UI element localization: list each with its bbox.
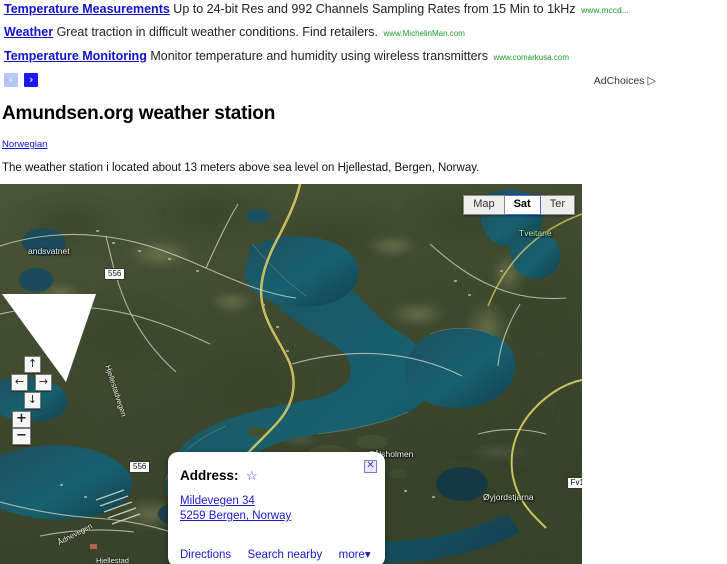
adchoices-link[interactable]: AdChoices ▷ bbox=[594, 74, 656, 87]
chevron-right-icon: › bbox=[29, 73, 34, 86]
info-bubble-actions: Directions Search nearby more▾ bbox=[180, 547, 371, 561]
more-link[interactable]: more▾ bbox=[339, 549, 371, 561]
ad-description: Up to 24-bit Res and 992 Channels Sampli… bbox=[173, 2, 576, 16]
map-type-satellite-button[interactable]: Sat bbox=[504, 195, 541, 215]
ad-item: Weather Great traction in difficult weat… bbox=[4, 25, 727, 41]
search-nearby-link[interactable]: Search nearby bbox=[247, 549, 322, 561]
adchoices-triangle-icon: ▷ bbox=[647, 75, 656, 87]
ads-prev-button[interactable]: ‹ bbox=[4, 73, 18, 87]
close-icon[interactable]: ✕ bbox=[364, 460, 377, 473]
info-bubble-address: Mildevegen 34 5259 Bergen, Norway bbox=[180, 494, 291, 524]
directions-link[interactable]: Directions bbox=[180, 549, 231, 561]
info-bubble-heading: Address: bbox=[180, 468, 239, 483]
road-shield-556: 556 bbox=[104, 268, 126, 280]
info-bubble-tail bbox=[2, 294, 96, 382]
info-bubble[interactable]: ✕ Address: ☆ Mildevegen 34 5259 Bergen, … bbox=[168, 452, 385, 564]
ad-title-link[interactable]: Weather bbox=[4, 25, 53, 39]
map-type-terrain-button[interactable]: Ter bbox=[540, 195, 575, 215]
map-type-switcher[interactable]: Map Sat Ter bbox=[463, 195, 575, 215]
address-line-city[interactable]: 5259 Bergen, Norway bbox=[180, 509, 291, 524]
intro-paragraph: The weather station i located about 13 m… bbox=[2, 162, 480, 174]
ad-item: Temperature Measurements Up to 24-bit Re… bbox=[4, 2, 727, 17]
map-container[interactable]: ↑ ← → ↓ + − Map Sat Ter andsvatnet Tveit… bbox=[0, 184, 582, 564]
ads-block: Temperature Measurements Up to 24-bit Re… bbox=[0, 0, 727, 91]
page-title: Amundsen.org weather station bbox=[2, 103, 276, 124]
zoom-in-button[interactable]: + bbox=[12, 411, 31, 428]
pan-down-button[interactable]: ↓ bbox=[24, 392, 41, 409]
ad-url-link[interactable]: www.MichelinMan.com bbox=[384, 29, 465, 38]
language-link[interactable]: Norwegian bbox=[2, 139, 47, 150]
ad-url-link[interactable]: www.mccd... bbox=[581, 5, 629, 15]
address-line-street[interactable]: Mildevegen 34 bbox=[180, 494, 291, 509]
ad-description: Great traction in difficult weather cond… bbox=[56, 25, 379, 39]
ad-url-link[interactable]: www.comarkusa.com bbox=[493, 53, 569, 62]
ad-item: Temperature Monitoring Monitor temperatu… bbox=[4, 49, 727, 65]
adchoices-label: AdChoices bbox=[593, 75, 645, 87]
road-shield-556: 556 bbox=[129, 461, 151, 473]
star-icon[interactable]: ☆ bbox=[246, 468, 258, 483]
ads-next-button[interactable]: › bbox=[24, 73, 39, 87]
ad-navigation: ‹ › AdChoices ▷ bbox=[4, 73, 727, 91]
road-shield-fv1: Fv1 bbox=[566, 477, 582, 489]
ad-title-link[interactable]: Temperature Measurements bbox=[4, 2, 170, 16]
chevron-left-icon: ‹ bbox=[8, 73, 14, 86]
ad-title-link[interactable]: Temperature Monitoring bbox=[4, 49, 147, 63]
map-label-hjellestad: Hjellestad bbox=[96, 556, 129, 564]
zoom-out-button[interactable]: − bbox=[12, 428, 31, 445]
map-type-map-button[interactable]: Map bbox=[463, 195, 505, 215]
ad-description: Monitor temperature and humidity using w… bbox=[150, 49, 488, 63]
